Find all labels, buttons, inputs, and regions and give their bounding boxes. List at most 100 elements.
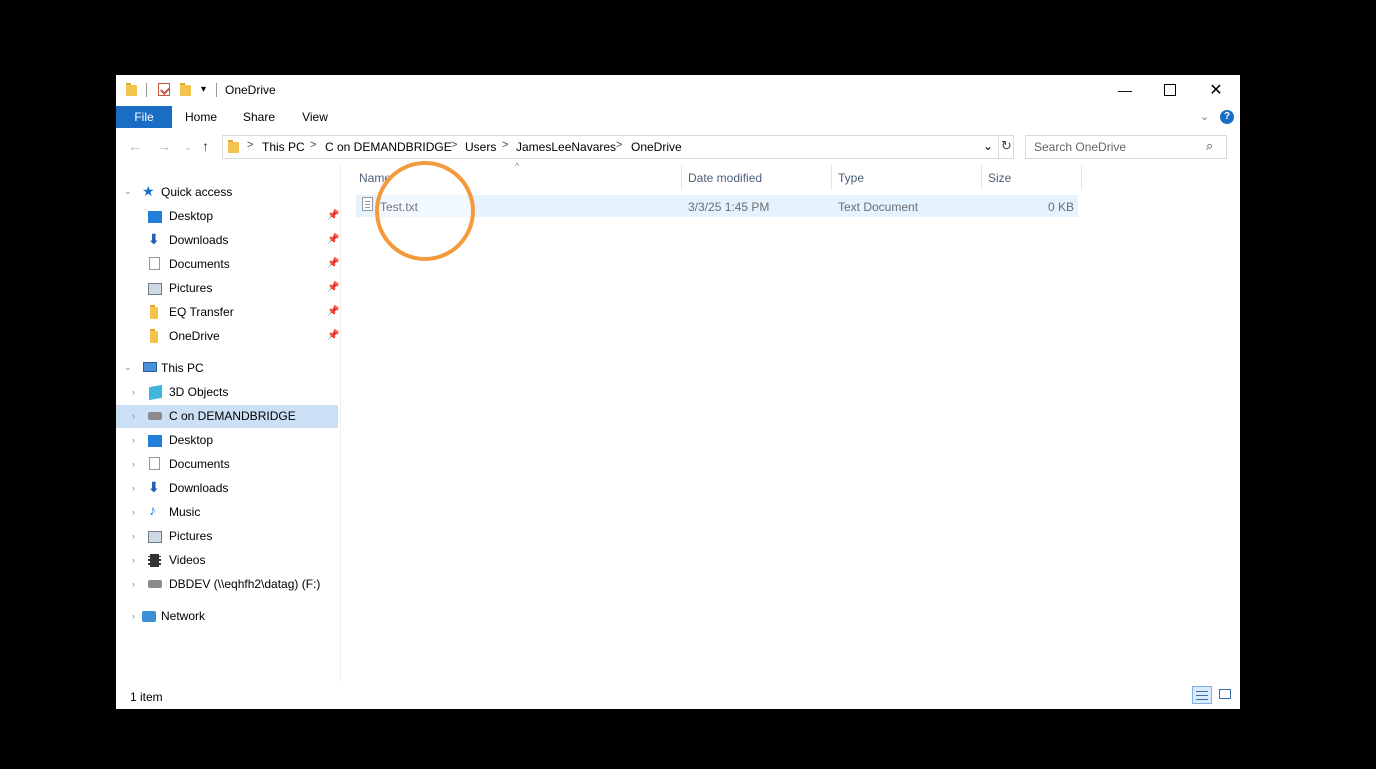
properties-icon[interactable] bbox=[158, 83, 170, 96]
pin-icon[interactable]: 📌 bbox=[327, 234, 339, 245]
download-arrow-icon: ⬇ bbox=[148, 231, 160, 247]
network-drive-icon bbox=[148, 580, 162, 588]
nav-item-pictures[interactable]: Pictures bbox=[169, 277, 212, 299]
nav-item-c-drive[interactable]: C on DEMANDBRIDGE bbox=[169, 405, 296, 427]
nav-item-downloads[interactable]: Downloads bbox=[169, 229, 228, 251]
chevron-right-icon[interactable]: > bbox=[451, 139, 457, 151]
customize-quick-access-icon[interactable]: ▾ bbox=[201, 84, 206, 95]
tab-file[interactable]: File bbox=[116, 106, 172, 128]
pin-icon[interactable]: 📌 bbox=[327, 330, 339, 341]
chevron-right-icon[interactable]: › bbox=[132, 459, 135, 469]
divider bbox=[998, 136, 999, 158]
close-icon[interactable]: ✕ bbox=[1193, 75, 1239, 105]
search-placeholder: Search OneDrive bbox=[1034, 140, 1127, 154]
chevron-down-icon[interactable]: ⌄ bbox=[124, 362, 132, 373]
folder-icon bbox=[126, 83, 137, 96]
help-icon[interactable]: ? bbox=[1220, 110, 1234, 124]
chevron-right-icon[interactable]: > bbox=[310, 139, 316, 151]
download-arrow-icon: ⬇ bbox=[148, 479, 160, 495]
nav-quick-access[interactable]: Quick access bbox=[161, 181, 232, 203]
chevron-right-icon[interactable]: › bbox=[132, 507, 135, 517]
recent-locations-icon[interactable]: ⌄ bbox=[184, 142, 192, 153]
chevron-right-icon[interactable]: > bbox=[616, 139, 622, 151]
breadcrumb-onedrive[interactable]: OneDrive bbox=[631, 140, 682, 154]
nav-item-3d-objects[interactable]: 3D Objects bbox=[169, 381, 228, 403]
chevron-down-icon[interactable]: ⌄ bbox=[124, 186, 132, 197]
large-icons-view-icon[interactable] bbox=[1216, 686, 1236, 704]
pictures-icon bbox=[148, 283, 162, 295]
folder-icon bbox=[150, 305, 158, 319]
search-input[interactable]: Search OneDrive ⌕ bbox=[1025, 135, 1227, 159]
expand-ribbon-icon[interactable]: ⌄ bbox=[1200, 110, 1209, 123]
column-divider[interactable] bbox=[831, 165, 832, 190]
up-arrow-icon[interactable]: ↑ bbox=[202, 138, 209, 154]
column-header-date[interactable]: Date modified bbox=[688, 171, 762, 185]
breadcrumb-this-pc[interactable]: This PC bbox=[262, 140, 305, 154]
video-film-icon bbox=[148, 554, 161, 567]
column-divider[interactable] bbox=[1081, 165, 1082, 190]
nav-item-music[interactable]: Music bbox=[169, 501, 200, 523]
folder-icon bbox=[228, 140, 239, 153]
divider bbox=[146, 83, 147, 97]
chevron-right-icon[interactable]: › bbox=[132, 579, 135, 589]
back-arrow-icon[interactable]: ← bbox=[128, 138, 142, 154]
pane-divider bbox=[340, 165, 341, 681]
search-icon[interactable]: ⌕ bbox=[1206, 138, 1213, 154]
chevron-right-icon[interactable]: › bbox=[132, 531, 135, 541]
tab-view[interactable]: View bbox=[292, 106, 338, 128]
chevron-right-icon[interactable]: › bbox=[132, 611, 135, 621]
tab-share[interactable]: Share bbox=[236, 106, 282, 128]
text-file-icon bbox=[362, 197, 373, 211]
nav-item-eq-transfer[interactable]: EQ Transfer bbox=[169, 301, 234, 323]
highlight-circle bbox=[375, 161, 475, 261]
nav-item-desktop-pc[interactable]: Desktop bbox=[169, 429, 213, 451]
pin-icon[interactable]: 📌 bbox=[327, 258, 339, 269]
music-note-icon: ♪ bbox=[149, 502, 156, 518]
nav-item-onedrive[interactable]: OneDrive bbox=[169, 325, 220, 347]
nav-network[interactable]: Network bbox=[161, 605, 205, 627]
column-divider[interactable] bbox=[981, 165, 982, 190]
pin-icon[interactable]: 📌 bbox=[327, 210, 339, 221]
chevron-down-icon[interactable]: ⌄ bbox=[983, 139, 993, 153]
nav-item-pictures-pc[interactable]: Pictures bbox=[169, 525, 212, 547]
column-header-type[interactable]: Type bbox=[838, 171, 864, 185]
details-view-icon[interactable] bbox=[1192, 686, 1212, 704]
chevron-right-icon[interactable]: › bbox=[132, 483, 135, 493]
new-folder-icon[interactable] bbox=[180, 83, 191, 96]
file-date-modified: 3/3/25 1:45 PM bbox=[688, 200, 770, 214]
status-item-count: 1 item bbox=[130, 690, 163, 704]
nav-item-videos[interactable]: Videos bbox=[169, 549, 205, 571]
sort-ascending-icon: ^ bbox=[515, 161, 520, 171]
nav-item-documents-pc[interactable]: Documents bbox=[169, 453, 230, 475]
nav-item-dbdev-drive[interactable]: DBDEV (\\eqhfh2\datag) (F:) bbox=[169, 573, 320, 595]
nav-item-downloads-pc[interactable]: Downloads bbox=[169, 477, 228, 499]
breadcrumb-users[interactable]: Users bbox=[465, 140, 496, 154]
column-divider[interactable] bbox=[681, 165, 682, 190]
chevron-right-icon[interactable]: > bbox=[247, 139, 253, 151]
file-type: Text Document bbox=[838, 200, 919, 214]
pin-icon[interactable]: 📌 bbox=[327, 306, 339, 317]
nav-item-desktop[interactable]: Desktop bbox=[169, 205, 213, 227]
documents-icon bbox=[149, 257, 160, 270]
breadcrumb-user-folder[interactable]: JamesLeeNavares bbox=[516, 140, 616, 154]
minimize-icon[interactable]: — bbox=[1102, 75, 1148, 105]
chevron-right-icon[interactable]: › bbox=[132, 387, 135, 397]
column-header-size[interactable]: Size bbox=[988, 171, 1011, 185]
desktop-icon bbox=[148, 435, 162, 447]
chevron-right-icon[interactable]: › bbox=[132, 411, 135, 421]
nav-this-pc[interactable]: This PC bbox=[161, 357, 204, 379]
chevron-right-icon[interactable]: › bbox=[132, 555, 135, 565]
network-icon bbox=[142, 611, 156, 622]
refresh-icon[interactable]: ↻ bbox=[1001, 138, 1012, 154]
nav-item-documents[interactable]: Documents bbox=[169, 253, 230, 275]
computer-icon bbox=[143, 362, 157, 372]
network-drive-icon bbox=[148, 412, 162, 420]
chevron-right-icon[interactable]: > bbox=[502, 139, 508, 151]
pin-icon[interactable]: 📌 bbox=[327, 282, 339, 293]
address-bar[interactable]: > This PC > C on DEMANDBRIDGE > Users > … bbox=[222, 135, 1014, 159]
breadcrumb-c-drive[interactable]: C on DEMANDBRIDGE bbox=[325, 140, 452, 154]
maximize-icon[interactable] bbox=[1147, 75, 1193, 105]
tab-home[interactable]: Home bbox=[178, 106, 224, 128]
forward-arrow-icon[interactable]: → bbox=[157, 138, 171, 154]
chevron-right-icon[interactable]: › bbox=[132, 435, 135, 445]
